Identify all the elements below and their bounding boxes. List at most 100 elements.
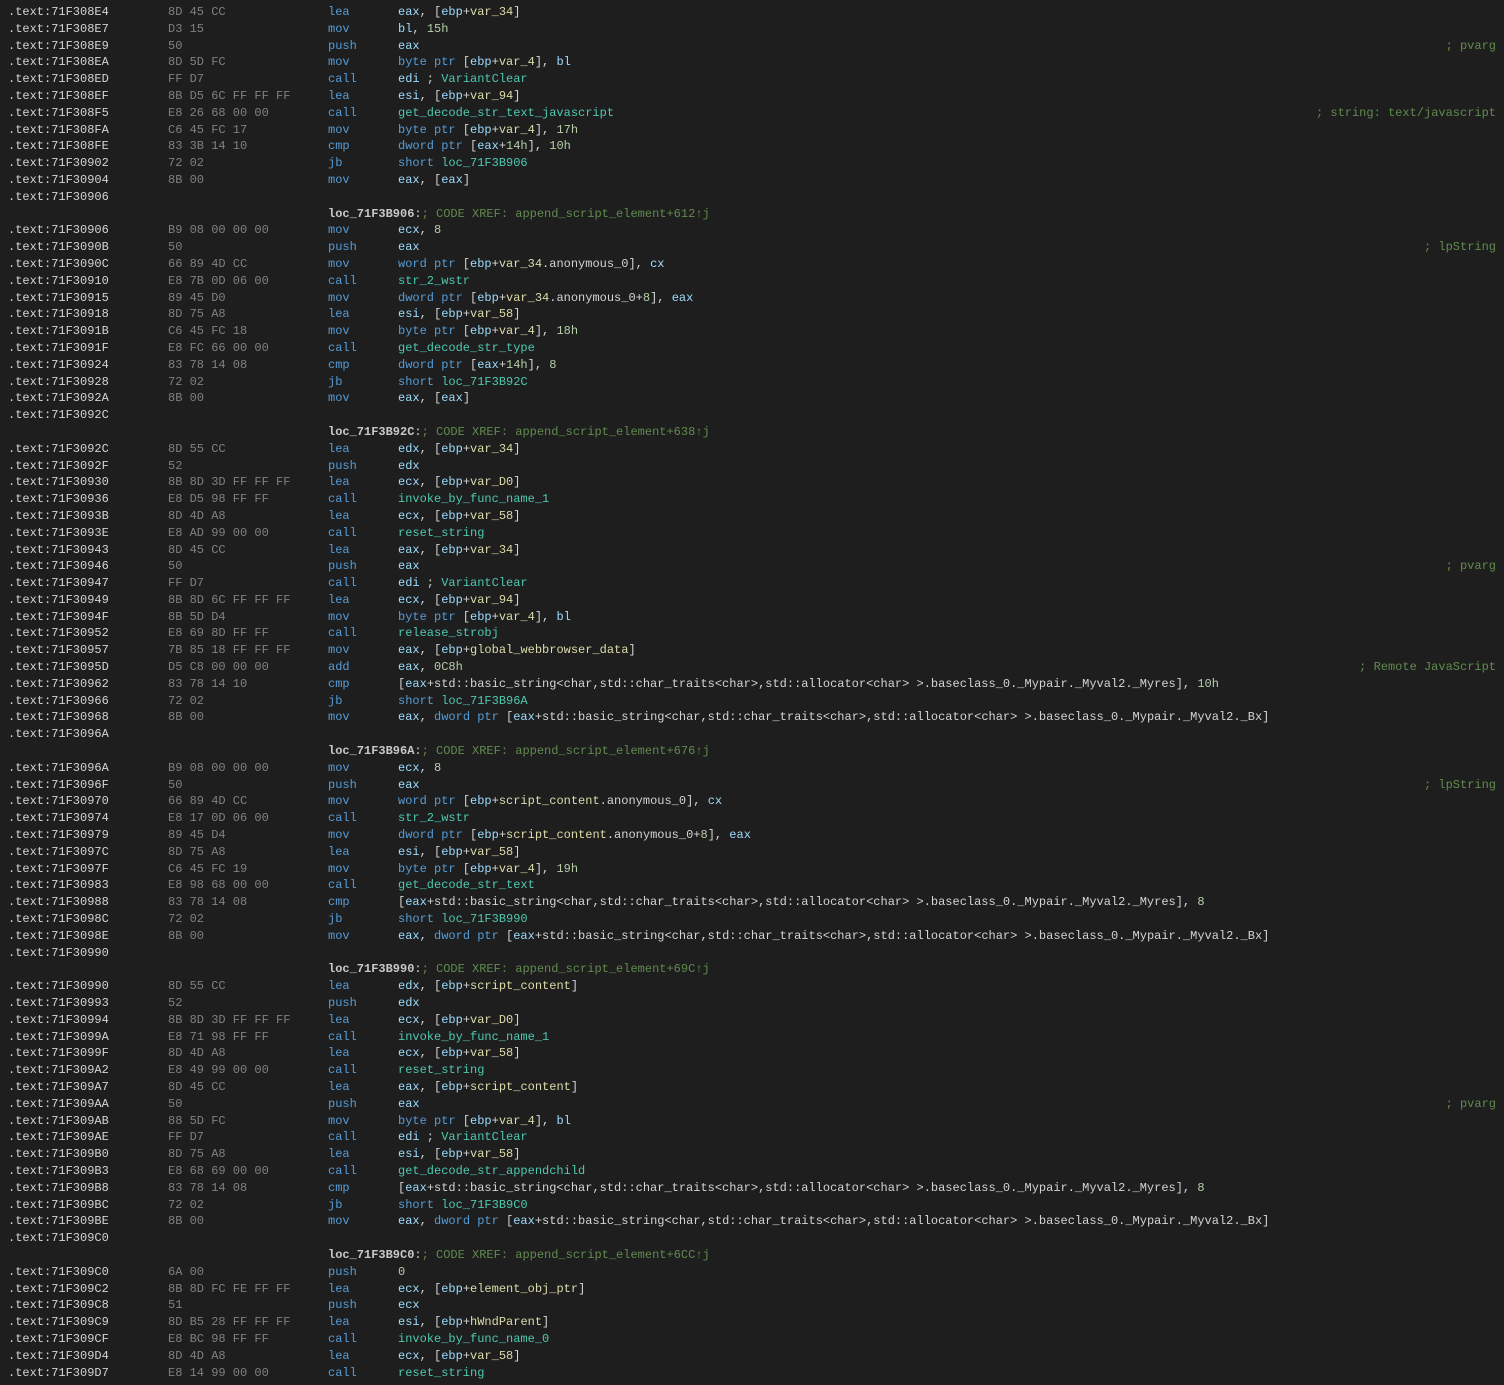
operands: [eax+std::basic_string<char,std::char_tr… xyxy=(398,894,1496,911)
mnemonic: push xyxy=(328,1096,398,1113)
operands: eax xyxy=(398,777,1416,794)
mnemonic: push xyxy=(328,1297,398,1314)
mnemonic: mov xyxy=(328,928,398,945)
mnemonic: lea xyxy=(328,978,398,995)
address: .text:71F30918 xyxy=(8,306,168,323)
operands: get_decode_str_appendchild xyxy=(398,1163,1496,1180)
mnemonic: mov xyxy=(328,290,398,307)
address: .text:71F309D7 xyxy=(8,1365,168,1382)
address: .text:71F30943 xyxy=(8,542,168,559)
mnemonic: jb xyxy=(328,1197,398,1214)
operands: eax, dword ptr [eax+std::basic_string<ch… xyxy=(398,709,1496,726)
bytes: E8 71 98 FF FF xyxy=(168,1029,328,1046)
bytes-indent xyxy=(168,424,328,441)
address: .text:71F309A7 xyxy=(8,1079,168,1096)
mnemonic: mov xyxy=(328,1113,398,1130)
address: .text:71F30979 xyxy=(8,827,168,844)
code-line: .text:71F309A2E8 49 99 00 00callreset_st… xyxy=(0,1062,1504,1079)
operands: ecx, [ebp+var_58] xyxy=(398,1045,1496,1062)
mnemonic: lea xyxy=(328,1012,398,1029)
code-line: .text:71F309048B 00moveax, [eax] xyxy=(0,172,1504,189)
bytes: 8D 75 A8 xyxy=(168,306,328,323)
comment: ; pvarg xyxy=(1438,558,1496,575)
bytes: C6 45 FC 18 xyxy=(168,323,328,340)
code-line: .text:71F308E950pusheax; pvarg xyxy=(0,38,1504,55)
bytes: D3 15 xyxy=(168,21,328,38)
code-line: .text:71F3099F8D 4D A8leaecx, [ebp+var_5… xyxy=(0,1045,1504,1062)
bytes: B9 08 00 00 00 xyxy=(168,222,328,239)
address: .text:71F309C2 xyxy=(8,1281,168,1298)
address: .text:71F30988 xyxy=(8,894,168,911)
operands: short loc_71F3B92C xyxy=(398,374,1496,391)
code-line: .text:71F30936E8 D5 98 FF FFcallinvoke_b… xyxy=(0,491,1504,508)
bytes: E8 AD 99 00 00 xyxy=(168,525,328,542)
mnemonic: mov xyxy=(328,1213,398,1230)
address: .text:71F3096A xyxy=(8,760,168,777)
xref-comment: ; CODE XREF: append_script_element+612↑j xyxy=(422,206,710,223)
bytes: 72 02 xyxy=(168,911,328,928)
mnemonic: mov xyxy=(328,256,398,273)
mnemonic: call xyxy=(328,810,398,827)
mnemonic: cmp xyxy=(328,894,398,911)
operands: esi, [ebp+var_58] xyxy=(398,1146,1496,1163)
label-line: loc_71F3B9C0: ; CODE XREF: append_script… xyxy=(0,1247,1504,1264)
operands: get_decode_str_text_javascript xyxy=(398,105,1308,122)
bytes: 7B 85 18 FF FF FF xyxy=(168,642,328,659)
address: .text:71F309C9 xyxy=(8,1314,168,1331)
address: .text:71F308E7 xyxy=(8,21,168,38)
bytes: 83 78 14 08 xyxy=(168,1180,328,1197)
address: .text:71F3094F xyxy=(8,609,168,626)
label-line: loc_71F3B906: ; CODE XREF: append_script… xyxy=(0,206,1504,223)
address: .text:71F3097F xyxy=(8,861,168,878)
address: .text:71F3091B xyxy=(8,323,168,340)
address: .text:71F309B3 xyxy=(8,1163,168,1180)
operands: str_2_wstr xyxy=(398,810,1496,827)
address: .text:71F308F5 xyxy=(8,105,168,122)
mnemonic: call xyxy=(328,491,398,508)
bytes: E8 D5 98 FF FF xyxy=(168,491,328,508)
operands: edx xyxy=(398,995,1496,1012)
operands: get_decode_str_type xyxy=(398,340,1496,357)
bytes: 8D 45 CC xyxy=(168,4,328,21)
operands: [eax+std::basic_string<char,std::char_tr… xyxy=(398,1180,1496,1197)
address: .text:71F3093B xyxy=(8,508,168,525)
code-line: .text:71F30974E8 17 0D 06 00callstr_2_ws… xyxy=(0,810,1504,827)
code-line: .text:71F3096AB9 08 00 00 00movecx, 8 xyxy=(0,760,1504,777)
mnemonic: call xyxy=(328,340,398,357)
bytes: 8B 8D 6C FF FF FF xyxy=(168,592,328,609)
code-line: .text:71F3096A xyxy=(0,726,1504,743)
address: .text:71F30966 xyxy=(8,693,168,710)
operands: bl, 15h xyxy=(398,21,1496,38)
operands: eax, 0C8h xyxy=(398,659,1351,676)
address: .text:71F3096F xyxy=(8,777,168,794)
mnemonic: jb xyxy=(328,374,398,391)
code-line: .text:71F3091589 45 D0movdword ptr [ebp+… xyxy=(0,290,1504,307)
operands: [eax+std::basic_string<char,std::char_tr… xyxy=(398,676,1496,693)
operands: eax xyxy=(398,38,1438,55)
operands: invoke_by_func_name_1 xyxy=(398,1029,1496,1046)
address: .text:71F309C8 xyxy=(8,1297,168,1314)
address: .text:71F3098E xyxy=(8,928,168,945)
operands: dword ptr [eax+14h], 10h xyxy=(398,138,1496,155)
address: .text:71F3096A xyxy=(8,726,168,743)
bytes-indent xyxy=(168,1247,328,1264)
operands: edi ; VariantClear xyxy=(398,71,1496,88)
bytes: E8 98 68 00 00 xyxy=(168,877,328,894)
address: .text:71F309BC xyxy=(8,1197,168,1214)
operands: edi ; VariantClear xyxy=(398,1129,1496,1146)
operands: eax, [eax] xyxy=(398,172,1496,189)
comment: ; lpString xyxy=(1416,239,1496,256)
code-line: .text:71F3096283 78 14 10cmp[eax+std::ba… xyxy=(0,676,1504,693)
bytes: C6 45 FC 19 xyxy=(168,861,328,878)
code-line: .text:71F308F5E8 26 68 00 00callget_deco… xyxy=(0,105,1504,122)
mnemonic: lea xyxy=(328,542,398,559)
xref-comment: ; CODE XREF: append_script_element+69C↑j xyxy=(422,961,710,978)
bytes: 50 xyxy=(168,558,328,575)
address: .text:71F3091F xyxy=(8,340,168,357)
address: .text:71F308E9 xyxy=(8,38,168,55)
operands: ecx, 8 xyxy=(398,760,1496,777)
code-line: .text:71F309C06A 00push0 xyxy=(0,1264,1504,1281)
code-line: .text:71F30990 xyxy=(0,945,1504,962)
address: .text:71F3090B xyxy=(8,239,168,256)
address: .text:71F30962 xyxy=(8,676,168,693)
